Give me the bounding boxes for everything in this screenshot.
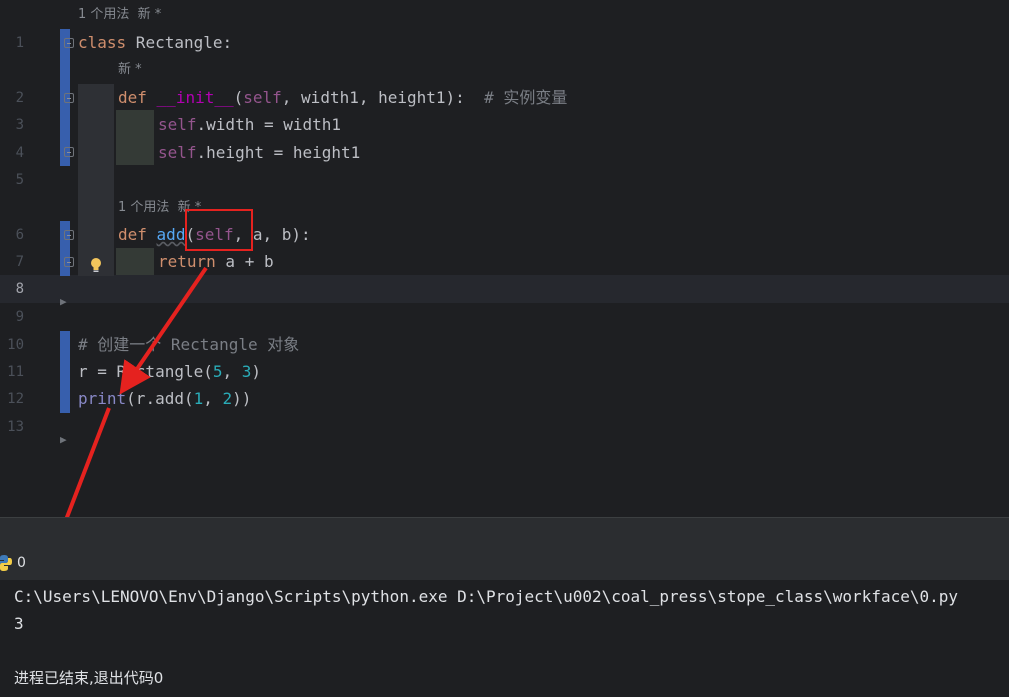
console-result: 3 (14, 614, 24, 633)
self-param: self (243, 88, 282, 107)
run-tool-window-header: 0 (0, 548, 1009, 580)
line-number: 1 (15, 35, 24, 51)
line-number-current: 8 (15, 281, 24, 297)
line-number: 7 (15, 254, 24, 270)
code-editor[interactable]: 1 2 3 4 5 6 7 8 9 10 11 12 13 ▶ ▶ 1 个用法 … (0, 0, 1009, 517)
comma: , (222, 362, 242, 381)
fold-toggle-icon[interactable] (64, 93, 74, 103)
run-console[interactable]: C:\Users\LENOVO\Env\Django\Scripts\pytho… (0, 580, 1009, 697)
indent-guide (78, 84, 114, 276)
assignment: .height = height1 (196, 143, 361, 162)
indent-guide (116, 110, 154, 165)
highlight-box-annotation (185, 209, 253, 251)
self-ref: self (158, 143, 197, 162)
comma: , (203, 389, 223, 408)
run-gutter-icon[interactable]: ▶ (60, 433, 67, 446)
params: , width1, height1): (281, 88, 465, 107)
line-number: 4 (15, 145, 24, 161)
line-number: 6 (15, 227, 24, 243)
number: 1 (193, 389, 204, 408)
fold-end-icon[interactable] (64, 147, 74, 157)
indent-guide (116, 248, 154, 275)
run-tab-label: 0 (17, 555, 26, 571)
paren: )) (232, 389, 252, 408)
method-name: add (156, 225, 186, 244)
number: 2 (222, 389, 233, 408)
expression: r = Rectangle( (78, 362, 213, 381)
line-number: 5 (15, 172, 24, 188)
builtin: print (78, 389, 127, 408)
usage-hint[interactable]: 1 个用法 新 * (78, 1, 161, 29)
number: 5 (212, 362, 223, 381)
code-line-4[interactable]: self.height = height1 (158, 139, 360, 167)
fold-toggle-icon[interactable] (64, 38, 74, 48)
vcs-change-marker[interactable] (60, 331, 70, 413)
class-name: Rectangle: (126, 33, 233, 52)
code-line-2[interactable]: def __init__(self, width1, height1): # 实… (118, 84, 567, 112)
code-line-1[interactable]: class Rectangle: (78, 29, 232, 57)
keyword: return (158, 252, 216, 271)
line-number: 11 (7, 364, 24, 380)
console-command: C:\Users\LENOVO\Env\Django\Scripts\pytho… (14, 587, 959, 606)
self-ref: self (158, 115, 197, 134)
number: 3 (241, 362, 252, 381)
line-number: 10 (7, 337, 24, 353)
run-gutter-icon[interactable]: ▶ (60, 295, 67, 308)
line-number: 9 (15, 309, 24, 325)
line-number: 13 (7, 419, 24, 435)
paren: ( (233, 88, 244, 107)
keyword: def (118, 225, 147, 244)
keyword: def (118, 88, 147, 107)
author-hint[interactable]: 新 * (118, 56, 142, 84)
code-line-3[interactable]: self.width = width1 (158, 111, 341, 139)
current-line-highlight (0, 275, 1009, 303)
expression: (r.add( (126, 389, 194, 408)
expression: a + b (215, 252, 274, 271)
assignment: .width = width1 (196, 115, 342, 134)
paren: ) (251, 362, 262, 381)
code-line-7[interactable]: return a + b (158, 248, 274, 276)
method-name: __init__ (156, 88, 234, 107)
line-number: 3 (15, 117, 24, 133)
comment: # 实例变量 (484, 88, 568, 107)
line-number: 2 (15, 90, 24, 106)
lightbulb-icon[interactable] (88, 256, 104, 274)
comment: # 创建一个 Rectangle 对象 (78, 335, 300, 354)
python-icon (0, 555, 12, 571)
fold-end-icon[interactable] (64, 257, 74, 267)
panel-divider[interactable] (0, 517, 1009, 549)
code-line-12[interactable]: print(r.add(1, 2)) (78, 385, 251, 413)
line-number: 12 (7, 391, 24, 407)
code-line-10[interactable]: # 创建一个 Rectangle 对象 (78, 331, 299, 359)
console-exit-message: 进程已结束,退出代码0 (14, 669, 164, 687)
fold-toggle-icon[interactable] (64, 230, 74, 240)
keyword: class (78, 33, 127, 52)
code-line-11[interactable]: r = Rectangle(5, 3) (78, 358, 261, 386)
